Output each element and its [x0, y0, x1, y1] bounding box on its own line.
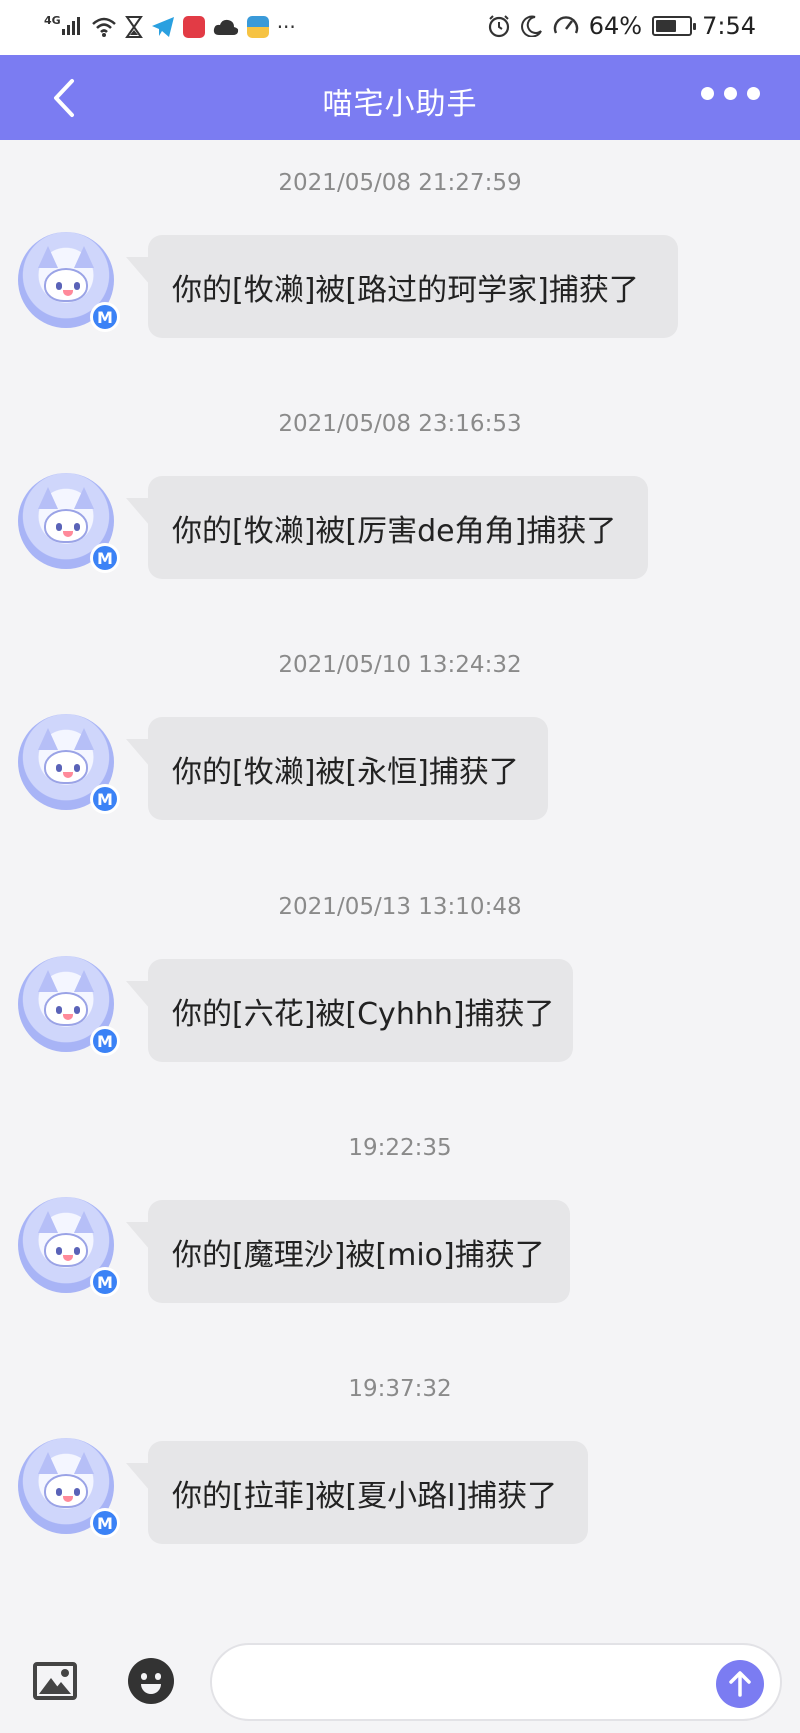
- avatar-ear: [38, 487, 58, 509]
- telegram-icon: [151, 14, 175, 40]
- avatar-ear: [38, 1211, 58, 1233]
- avatar-face: [44, 268, 88, 302]
- avatar-ear: [74, 970, 94, 992]
- hourglass-icon: [124, 14, 143, 40]
- avatar-mouth: [63, 1255, 73, 1261]
- avatar-ear: [38, 1452, 58, 1474]
- message-list[interactable]: 2021/05/08 21:27:59 M 你的[牧濑]被[路过的珂学家]捕获了 20…: [0, 140, 800, 1630]
- more-dot: [701, 87, 714, 100]
- avatar-ear: [74, 1211, 94, 1233]
- status-bar-left: 4G ···: [44, 14, 296, 40]
- avatar-ear: [74, 487, 94, 509]
- network-type: 4G: [44, 14, 61, 27]
- avatar-eye: [56, 764, 62, 772]
- chat-title: 喵宅小助手: [322, 87, 478, 122]
- image-button[interactable]: [33, 1662, 77, 1700]
- battery-icon: [652, 16, 697, 36]
- more-dot: [724, 87, 737, 100]
- sender-avatar[interactable]: M: [18, 956, 120, 1056]
- message-timestamp: 2021/05/13 13:10:48: [278, 894, 522, 920]
- message-bubble[interactable]: 你的[牧濑]被[永恒]捕获了: [126, 717, 548, 820]
- message-bubble[interactable]: 你的[牧濑]被[路过的珂学家]捕获了: [126, 235, 678, 338]
- verified-badge: M: [90, 543, 120, 573]
- avatar-eye: [56, 1247, 62, 1255]
- speed-icon: [553, 13, 579, 39]
- avatar-mouth: [63, 290, 73, 296]
- avatar-eye: [56, 282, 62, 290]
- sender-avatar[interactable]: M: [18, 1197, 120, 1297]
- battery-fill: [656, 20, 677, 32]
- avatar-ear: [38, 728, 58, 750]
- message-bubble[interactable]: 你的[六花]被[Cyhhh]捕获了: [126, 959, 573, 1062]
- emoji-icon-mouth: [141, 1684, 161, 1694]
- send-button[interactable]: [716, 1660, 764, 1708]
- image-icon-sun: [61, 1669, 69, 1677]
- wifi-icon: [91, 14, 117, 40]
- emoji-icon-eye: [141, 1673, 147, 1680]
- avatar-ear: [74, 246, 94, 268]
- emoji-button[interactable]: [128, 1658, 174, 1704]
- avatar-face: [44, 1233, 88, 1267]
- avatar-eye: [56, 1488, 62, 1496]
- message-input[interactable]: [210, 1643, 782, 1721]
- avatar-mouth: [63, 772, 73, 778]
- chat-header: 喵宅小助手: [0, 55, 800, 140]
- avatar-eye: [56, 523, 62, 531]
- status-bar: 4G ··· 64% 7:54: [0, 0, 800, 55]
- avatar-face: [44, 750, 88, 784]
- message-timestamp: 2021/05/08 21:27:59: [278, 170, 522, 196]
- message-timestamp: 19:37:32: [348, 1376, 452, 1402]
- moon-icon: [520, 13, 543, 39]
- signal-icon: 4G: [44, 14, 83, 40]
- avatar-eye: [74, 764, 80, 772]
- message-bubble[interactable]: 你的[牧濑]被[厉害de角角]捕获了: [126, 476, 648, 579]
- battery-percent: 64%: [588, 12, 643, 40]
- sender-avatar[interactable]: M: [18, 232, 120, 332]
- avatar-eye: [74, 282, 80, 290]
- avatar-eye: [74, 1006, 80, 1014]
- avatar-ear: [74, 728, 94, 750]
- verified-badge: M: [90, 1508, 120, 1538]
- message-bubble[interactable]: 你的[拉菲]被[夏小路l]捕获了: [126, 1441, 588, 1544]
- more-dot: [747, 87, 760, 100]
- message-timestamp: 2021/05/10 13:24:32: [278, 652, 522, 678]
- avatar-mouth: [63, 1014, 73, 1020]
- sender-avatar[interactable]: M: [18, 473, 120, 573]
- verified-badge: M: [90, 1267, 120, 1297]
- more-button[interactable]: [701, 87, 760, 100]
- sender-avatar[interactable]: M: [18, 1438, 120, 1538]
- message-timestamp: 19:22:35: [348, 1135, 452, 1161]
- avatar-eye: [74, 1247, 80, 1255]
- avatar-mouth: [63, 531, 73, 537]
- app-wallet-icon: [246, 16, 269, 38]
- avatar-eye: [74, 523, 80, 531]
- avatar-ear: [74, 1452, 94, 1474]
- app-red-icon: [182, 16, 205, 38]
- arrow-up-icon: [729, 1671, 751, 1697]
- verified-badge: M: [90, 784, 120, 814]
- sender-avatar[interactable]: M: [18, 714, 120, 814]
- input-bar: [0, 1630, 800, 1733]
- more-dots-icon: ···: [276, 15, 296, 39]
- verified-badge: M: [90, 1026, 120, 1056]
- avatar-eye: [74, 1488, 80, 1496]
- message-bubble[interactable]: 你的[魔理沙]被[mio]捕获了: [126, 1200, 570, 1303]
- avatar-eye: [56, 1006, 62, 1014]
- message-timestamp: 2021/05/08 23:16:53: [278, 411, 522, 437]
- emoji-icon-eye: [155, 1673, 161, 1680]
- cloud-icon: [213, 14, 239, 40]
- clock: 7:54: [702, 12, 756, 40]
- avatar-face: [44, 1474, 88, 1508]
- status-bar-right: 64% 7:54: [487, 12, 756, 40]
- image-icon-peak: [51, 1682, 71, 1694]
- avatar-ear: [38, 246, 58, 268]
- verified-badge: M: [90, 302, 120, 332]
- avatar-ear: [38, 970, 58, 992]
- alarm-icon: [487, 13, 511, 39]
- avatar-face: [44, 992, 88, 1026]
- avatar-face: [44, 509, 88, 543]
- avatar-mouth: [63, 1496, 73, 1502]
